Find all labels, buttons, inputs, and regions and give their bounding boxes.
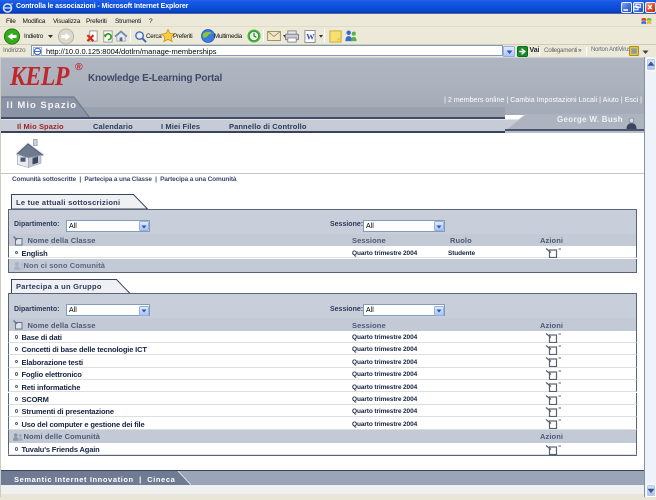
svg-text:W: W xyxy=(306,32,315,41)
